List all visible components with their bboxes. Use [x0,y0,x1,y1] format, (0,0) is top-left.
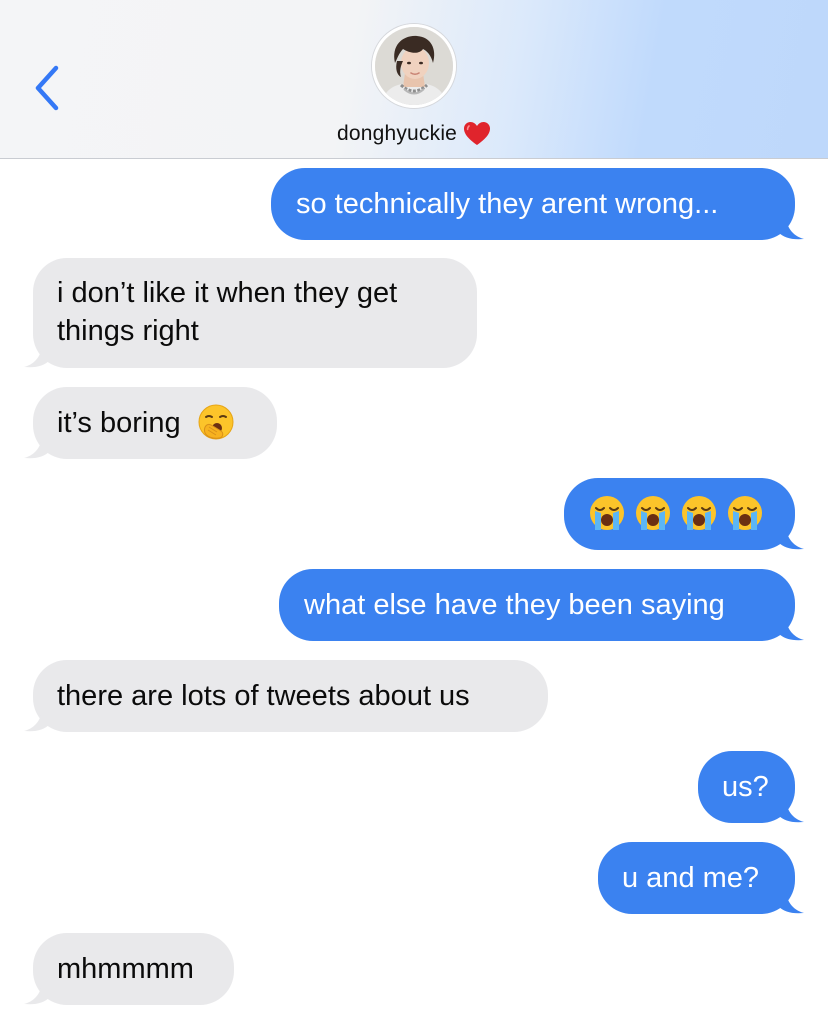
bubble-tail [778,216,804,240]
message-text: so technically they arent wrong... [296,188,719,220]
message-bubble-received[interactable]: mhmmmm [24,933,234,1005]
bubble-tail [24,708,50,732]
message-text: mhmmmm [57,953,194,985]
loudly-crying-face-icon [590,496,624,530]
message-bubble-sent[interactable]: u and me? [598,842,804,914]
loudly-crying-face-icon [728,496,762,530]
message-text: i don’t like it when they get things rig… [57,277,398,347]
message-text: it’s boring [57,407,181,439]
bubble-tail [24,981,50,1005]
message-bubble-sent[interactable] [564,478,804,550]
red-heart-icon [464,122,491,145]
contact-name: donghyuckie [336,122,458,145]
bubble-tail [778,526,804,550]
bubble-tail [778,890,804,914]
message-text: u and me? [622,862,760,894]
message-text: us? [722,771,769,803]
emoji-row [588,494,773,532]
contact-avatar[interactable] [372,24,456,108]
message-bubble-received[interactable]: i don’t like it when they get things rig… [24,258,477,368]
bubble-tail [778,799,804,823]
contact-name-row[interactable]: donghyuckie [0,118,828,150]
loudly-crying-face-icon [682,496,716,530]
message-bubble-received[interactable]: it’s boring [24,387,277,459]
avatar-photo [375,27,453,105]
bubble-tail [24,435,50,459]
chevron-left-icon [35,65,59,111]
loudly-crying-face-icon [636,496,670,530]
message-bubble-sent[interactable]: so technically they arent wrong... [271,168,804,240]
bubble-tail [24,344,50,368]
message-text: there are lots of tweets about us [57,680,470,712]
yawning-face-icon [198,404,234,440]
message-bubble-received[interactable]: there are lots of tweets about us [24,660,548,732]
message-bubble-sent[interactable]: us? [698,751,804,823]
message-text: what else have they been saying [304,589,725,621]
conversation-header: donghyuckie [0,0,828,159]
bubble-tail [778,617,804,641]
message-bubble-sent[interactable]: what else have they been saying [279,569,804,641]
back-button[interactable] [28,64,68,112]
